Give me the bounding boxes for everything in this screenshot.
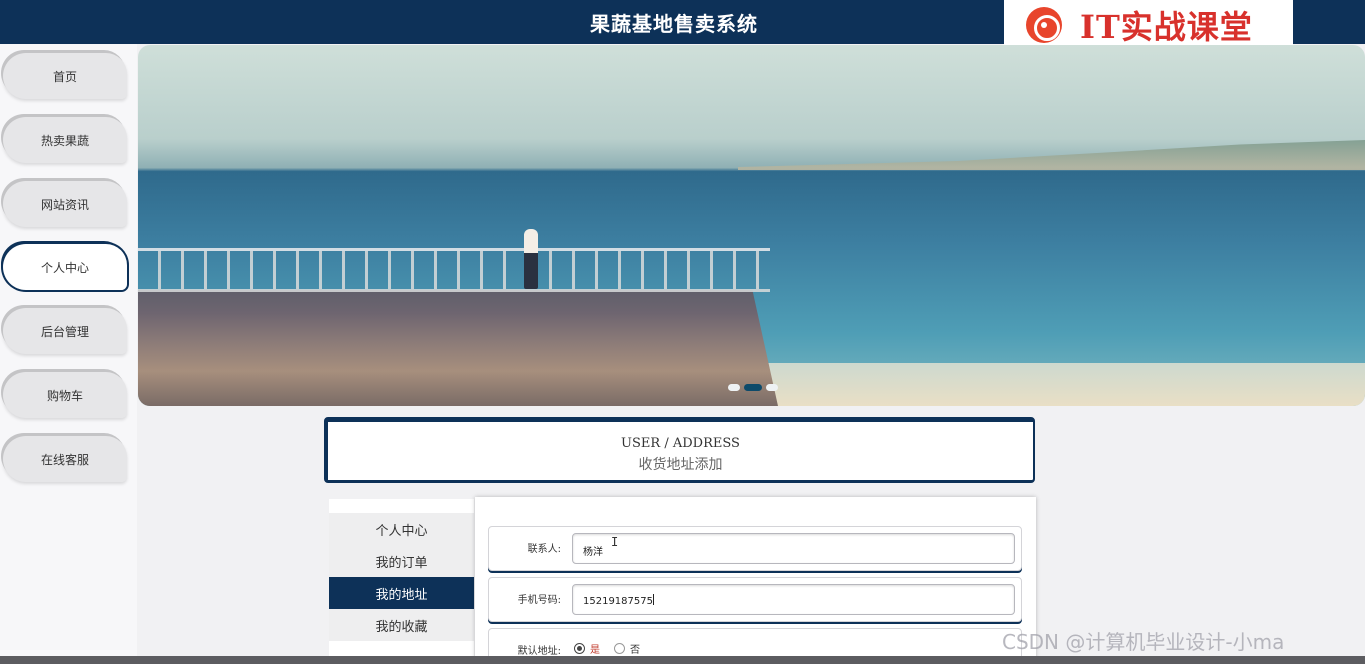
contact-row: 联系人: 杨洋 — [488, 526, 1022, 571]
user-menu-item-personal-center[interactable]: 个人中心 — [329, 513, 474, 545]
carousel-indicators — [728, 384, 778, 391]
user-menu-item-favorites[interactable]: 我的收藏 — [329, 609, 474, 641]
user-menu-item-orders[interactable]: 我的订单 — [329, 545, 474, 577]
radio-no[interactable] — [614, 643, 625, 654]
section-title-en: USER / ADDRESS — [621, 436, 740, 451]
section-title-box: USER / ADDRESS 收货地址添加 — [324, 417, 1035, 483]
phone-label: 手机号码: — [517, 595, 561, 606]
text-cursor — [653, 594, 654, 605]
banner-beach — [738, 363, 1365, 406]
phone-input[interactable]: 15219187575 — [572, 584, 1015, 615]
carousel-dot[interactable] — [766, 384, 778, 391]
logo-text: IT实战课堂 — [1080, 8, 1253, 46]
sidebar-item-personal-center[interactable]: 个人中心 — [3, 244, 127, 290]
default-address-label: 默认地址: — [517, 646, 561, 657]
default-address-radio-group: 是 否 — [574, 641, 654, 656]
user-menu: 个人中心 我的订单 我的地址 我的收藏 — [329, 499, 474, 664]
sidebar-item-admin[interactable]: 后台管理 — [3, 308, 127, 354]
phone-row: 手机号码: 15219187575 — [488, 577, 1022, 622]
contact-input[interactable]: 杨洋 — [572, 533, 1015, 564]
top-header: 果蔬基地售卖系统 IT实战课堂 — [0, 0, 1365, 50]
sidebar: 首页 热卖果蔬 网站资讯 个人中心 后台管理 购物车 在线客服 — [0, 44, 137, 664]
banner-carousel[interactable] — [138, 45, 1365, 406]
sidebar-item-cart[interactable]: 购物车 — [3, 372, 127, 418]
sidebar-item-hot-products[interactable]: 热卖果蔬 — [3, 117, 127, 163]
ibeam-cursor-icon: I — [611, 535, 619, 549]
watermark: CSDN @计算机毕业设计-小ma — [1002, 630, 1285, 654]
carousel-dot-active[interactable] — [744, 384, 762, 391]
contact-value: 杨洋 — [583, 547, 603, 558]
logo-badge: IT实战课堂 — [1004, 0, 1293, 50]
banner-hills — [738, 140, 1365, 170]
section-title-cn: 收货地址添加 — [638, 457, 723, 473]
user-menu-item-addresses[interactable]: 我的地址 — [329, 577, 474, 609]
banner-railing — [138, 248, 770, 292]
radio-yes[interactable] — [574, 643, 585, 654]
logo-icon — [1026, 7, 1062, 43]
page: 果蔬基地售卖系统 IT实战课堂 首页 热卖果蔬 网站资讯 个人中心 后台管理 购… — [0, 0, 1365, 664]
banner-pier — [138, 290, 778, 406]
address-form: 联系人: 杨洋 手机号码: 15219187575 默认地址: 是 否 — [475, 497, 1036, 664]
phone-value: 15219187575 — [583, 596, 653, 607]
sidebar-item-news[interactable]: 网站资讯 — [3, 181, 127, 227]
bottom-scrollbar[interactable] — [0, 656, 1365, 664]
radio-yes-label[interactable]: 是 — [590, 641, 600, 656]
carousel-dot[interactable] — [728, 384, 740, 391]
banner-person — [524, 229, 538, 289]
sidebar-item-home[interactable]: 首页 — [3, 53, 127, 99]
radio-no-label[interactable]: 否 — [630, 641, 640, 656]
sidebar-item-online-service[interactable]: 在线客服 — [3, 436, 127, 482]
contact-label: 联系人: — [527, 544, 561, 555]
